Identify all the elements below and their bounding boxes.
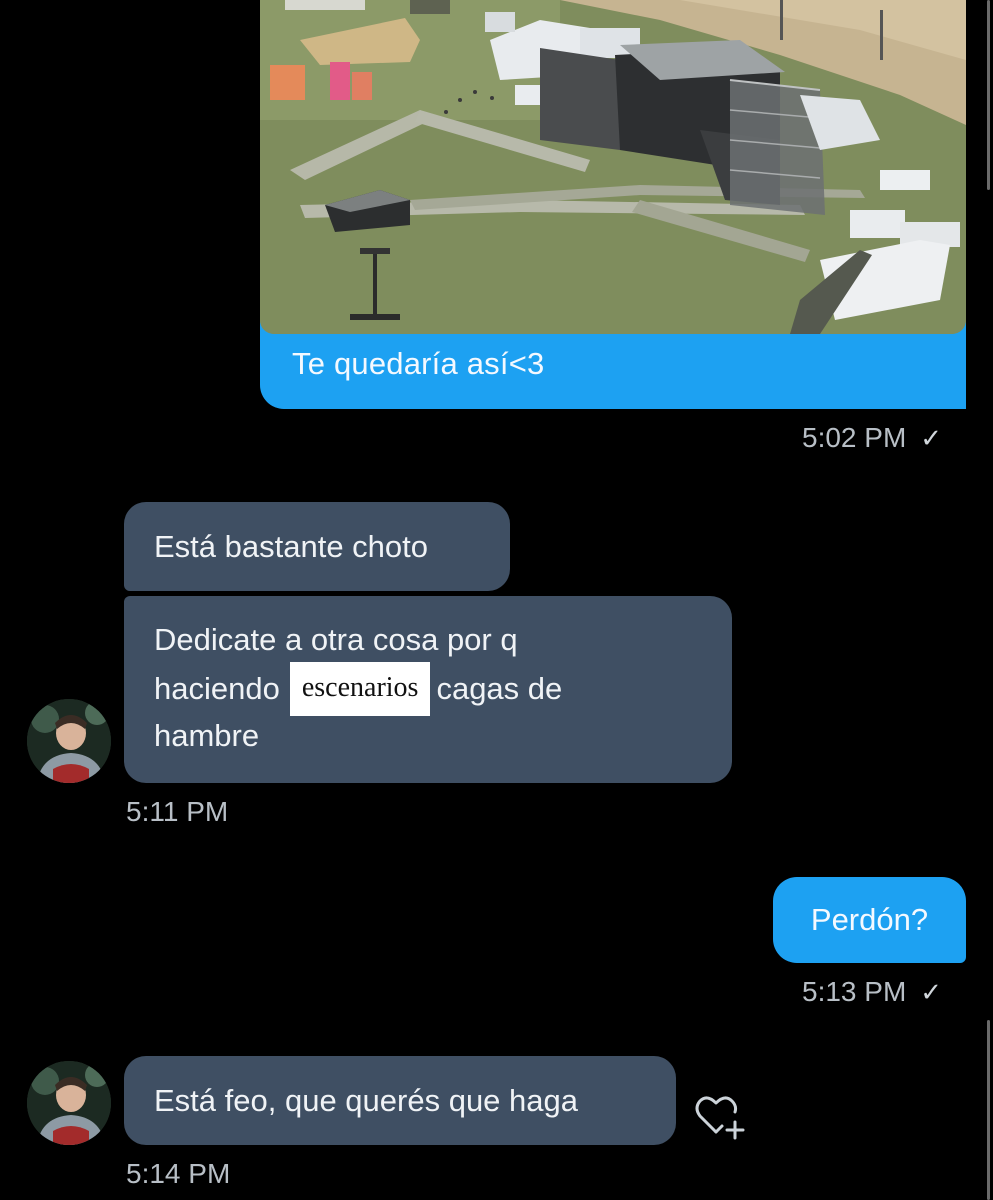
media-caption: Te quedaría así<3 <box>292 346 545 381</box>
timestamp-received-2: 5:14 PM <box>126 1158 231 1189</box>
avatar[interactable] <box>27 1061 111 1145</box>
profile-photo-icon <box>27 699 111 783</box>
message-text: Perdón? <box>810 902 929 937</box>
received-message[interactable]: Está bastante choto <box>124 502 510 591</box>
scrollbar-thumb-top[interactable] <box>987 0 990 190</box>
scrollbar-thumb-bottom[interactable] <box>987 1020 990 1200</box>
sent-message[interactable]: Perdón? <box>773 877 966 963</box>
avatar[interactable] <box>27 699 111 783</box>
message-line-with-redaction: haciendo escenarios cagas de <box>154 662 702 716</box>
message-text: Está bastante choto <box>154 529 429 564</box>
heart-plus-icon[interactable] <box>694 1092 752 1142</box>
message-line: Dedicate a otra cosa por q <box>154 622 518 657</box>
message-line: hambre <box>154 718 260 753</box>
received-message[interactable]: Dedicate a otra cosa por q haciendo escen… <box>124 596 732 783</box>
message-time: 5:02 PM <box>802 422 907 453</box>
check-icon: ✓ <box>920 423 943 453</box>
attached-photo[interactable] <box>260 0 966 334</box>
timestamp-sent-1: 5:02 PM ✓ <box>802 422 942 454</box>
message-text: cagas de <box>436 671 563 707</box>
redaction-overlay-label: escenarios <box>289 662 431 716</box>
timestamp-sent-2: 5:13 PM ✓ <box>802 976 942 1008</box>
message-text: haciendo <box>154 671 280 707</box>
scrollbar-track[interactable] <box>985 0 993 1200</box>
check-icon: ✓ <box>920 977 943 1007</box>
aerial-festival-stage-photo <box>260 0 966 334</box>
sent-media-message[interactable]: Te quedaría así<3 <box>260 0 966 409</box>
message-text: Está feo, que querés que haga <box>154 1083 578 1118</box>
timestamp-received-1: 5:11 PM <box>126 796 229 827</box>
received-message[interactable]: Está feo, que querés que haga <box>124 1056 676 1145</box>
message-time: 5:13 PM <box>802 976 907 1007</box>
profile-photo-icon <box>27 1061 111 1145</box>
